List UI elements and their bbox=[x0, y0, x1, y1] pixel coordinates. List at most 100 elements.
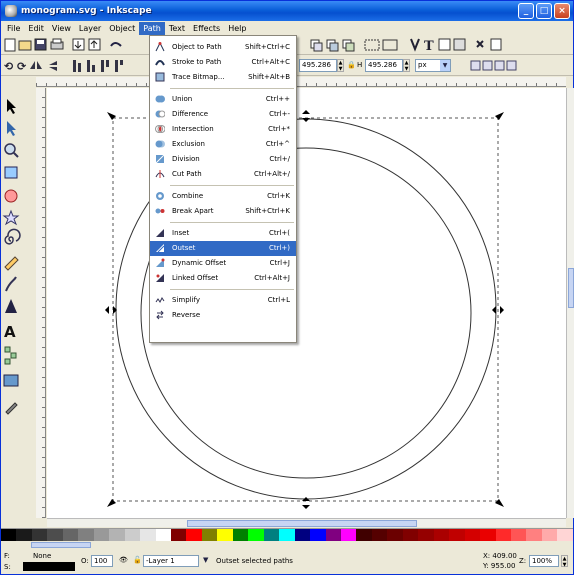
text-font-icon[interactable]: T bbox=[424, 39, 434, 54]
zoom-spinner[interactable]: ▲ ▼ bbox=[561, 555, 568, 568]
flip-vertical-icon[interactable] bbox=[49, 61, 57, 71]
handle-top-left[interactable] bbox=[107, 112, 116, 120]
transform-patterns-icon[interactable] bbox=[506, 60, 517, 71]
height-spinner[interactable]: ▲ ▼ bbox=[403, 59, 410, 72]
minimize-button[interactable]: _ bbox=[518, 3, 534, 19]
pen-tool-icon[interactable] bbox=[5, 276, 17, 292]
preferences-icon[interactable] bbox=[476, 40, 484, 48]
lower-icon[interactable] bbox=[101, 60, 109, 72]
menu-item-inset[interactable]: Inset Ctrl+( bbox=[150, 226, 296, 241]
stroke-indicator[interactable] bbox=[23, 562, 75, 571]
menu-effects[interactable]: Effects bbox=[189, 22, 224, 35]
calligraphy-tool-icon[interactable] bbox=[5, 299, 17, 313]
align-distribute-icon[interactable] bbox=[453, 38, 466, 51]
unit-select[interactable]: px ▼ bbox=[415, 59, 451, 72]
scale-stroke-icon[interactable] bbox=[470, 60, 481, 71]
flip-horizontal-icon[interactable] bbox=[30, 61, 42, 69]
xml-editor-icon[interactable] bbox=[438, 38, 451, 51]
maximize-button[interactable]: □ bbox=[536, 3, 552, 19]
ellipse-tool-icon[interactable] bbox=[4, 189, 18, 203]
menu-item-simplify[interactable]: Simplify Ctrl+L bbox=[150, 293, 296, 308]
layer-lock-icon[interactable]: 🔓 bbox=[133, 556, 142, 564]
handle-top[interactable] bbox=[302, 110, 310, 122]
pencil-tool-icon[interactable] bbox=[4, 256, 19, 271]
horizontal-scrollbar[interactable] bbox=[47, 518, 566, 527]
palette-scrollbar[interactable] bbox=[1, 541, 573, 549]
menu-path[interactable]: Path bbox=[139, 21, 165, 35]
vertical-scroll-thumb[interactable] bbox=[568, 268, 574, 308]
scale-corners-icon[interactable] bbox=[482, 60, 493, 71]
chevron-down-icon[interactable]: ▼ bbox=[203, 556, 208, 564]
zoom-tool-icon[interactable] bbox=[4, 143, 19, 158]
new-document-icon[interactable] bbox=[4, 38, 16, 52]
menu-item-trace-bitmap[interactable]: Trace Bitmap... Shift+Alt+B bbox=[150, 70, 296, 85]
duplicate-icon[interactable] bbox=[310, 39, 323, 52]
menu-item-cut-path[interactable]: Cut Path Ctrl+Alt+/ bbox=[150, 167, 296, 182]
handle-bottom-left[interactable] bbox=[107, 499, 116, 507]
menu-item-intersection[interactable]: Intersection Ctrl+* bbox=[150, 122, 296, 137]
ungroup-icon[interactable] bbox=[382, 39, 398, 51]
rotate-ccw-icon[interactable]: ⟲ bbox=[4, 60, 13, 73]
menu-layer[interactable]: Layer bbox=[75, 22, 105, 35]
menu-item-difference[interactable]: Difference Ctrl+- bbox=[150, 107, 296, 122]
raise-icon[interactable] bbox=[87, 60, 95, 72]
fill-stroke-icon[interactable] bbox=[410, 38, 420, 52]
menu-help[interactable]: Help bbox=[224, 22, 250, 35]
vertical-scrollbar[interactable] bbox=[566, 88, 574, 518]
menu-item-break-apart[interactable]: Break Apart Shift+Ctrl+K bbox=[150, 204, 296, 219]
width-spinner[interactable]: ▲ ▼ bbox=[337, 59, 344, 72]
spray-tool-icon[interactable] bbox=[4, 346, 17, 365]
export-icon[interactable] bbox=[88, 38, 101, 51]
raise-to-top-icon[interactable] bbox=[73, 60, 81, 72]
print-icon[interactable] bbox=[50, 38, 64, 50]
menu-edit[interactable]: Edit bbox=[24, 22, 48, 35]
menu-item-division[interactable]: Division Ctrl+/ bbox=[150, 152, 296, 167]
dropper-tool-icon[interactable] bbox=[5, 402, 18, 415]
height-input[interactable]: 495.286 bbox=[365, 59, 403, 72]
rectangle-tool-icon[interactable] bbox=[4, 166, 18, 179]
palette-scroll-thumb[interactable] bbox=[31, 542, 91, 548]
menu-item-exclusion[interactable]: Exclusion Ctrl+^ bbox=[150, 137, 296, 152]
menu-item-union[interactable]: Union Ctrl++ bbox=[150, 92, 296, 107]
gradient-tool-icon[interactable] bbox=[3, 374, 19, 387]
menu-item-reverse[interactable]: Reverse bbox=[150, 308, 296, 323]
title-bar[interactable]: monogram.svg - Inkscape _ □ × bbox=[1, 1, 573, 21]
unlink-clone-icon[interactable] bbox=[342, 39, 355, 52]
horizontal-ruler[interactable] bbox=[36, 77, 566, 87]
menu-item-dynamic-offset[interactable]: Dynamic Offset Ctrl+J bbox=[150, 256, 296, 271]
zoom-input[interactable]: 100% bbox=[529, 555, 559, 567]
open-icon[interactable] bbox=[18, 40, 32, 51]
node-tool-icon[interactable] bbox=[7, 121, 16, 136]
menu-item-outset[interactable]: Outset Ctrl+) bbox=[150, 241, 296, 256]
menu-view[interactable]: View bbox=[48, 22, 75, 35]
menu-item-stroke-to-path[interactable]: Stroke to Path Ctrl+Alt+C bbox=[150, 55, 296, 70]
import-icon[interactable] bbox=[72, 38, 85, 51]
save-icon[interactable] bbox=[34, 38, 47, 51]
vertical-ruler[interactable] bbox=[36, 88, 46, 518]
menu-item-object-to-path[interactable]: Object to Path Shift+Ctrl+C bbox=[150, 40, 296, 55]
clone-icon[interactable] bbox=[326, 39, 339, 52]
menu-object[interactable]: Object bbox=[105, 22, 139, 35]
handle-top-right[interactable] bbox=[495, 112, 504, 120]
layer-visibility-icon[interactable]: 👁 bbox=[119, 556, 128, 564]
drawing-canvas[interactable] bbox=[47, 88, 566, 518]
text-tool-icon[interactable]: A bbox=[4, 323, 16, 341]
layer-select[interactable]: -Layer 1 bbox=[143, 555, 199, 567]
opacity-input[interactable]: 100 bbox=[91, 555, 113, 567]
handle-left[interactable] bbox=[105, 306, 117, 314]
group-icon[interactable] bbox=[364, 39, 380, 51]
lock-icon[interactable]: 🔒 bbox=[347, 61, 356, 69]
close-button[interactable]: × bbox=[554, 3, 570, 19]
star-tool-icon[interactable] bbox=[2, 209, 20, 226]
menu-item-linked-offset[interactable]: Linked Offset Ctrl+Alt+J bbox=[150, 271, 296, 286]
transform-gradients-icon[interactable] bbox=[494, 60, 505, 71]
spiral-tool-icon[interactable] bbox=[4, 228, 21, 245]
document-properties-icon[interactable] bbox=[490, 38, 502, 51]
rotate-cw-icon[interactable]: ⟳ bbox=[17, 60, 27, 73]
width-input[interactable]: 495.286 bbox=[299, 59, 337, 72]
menu-item-combine[interactable]: Combine Ctrl+K bbox=[150, 189, 296, 204]
lower-to-bottom-icon[interactable] bbox=[115, 60, 123, 72]
undo-icon[interactable] bbox=[110, 42, 122, 47]
handle-bottom-right[interactable] bbox=[495, 499, 504, 507]
menu-text[interactable]: Text bbox=[165, 22, 189, 35]
